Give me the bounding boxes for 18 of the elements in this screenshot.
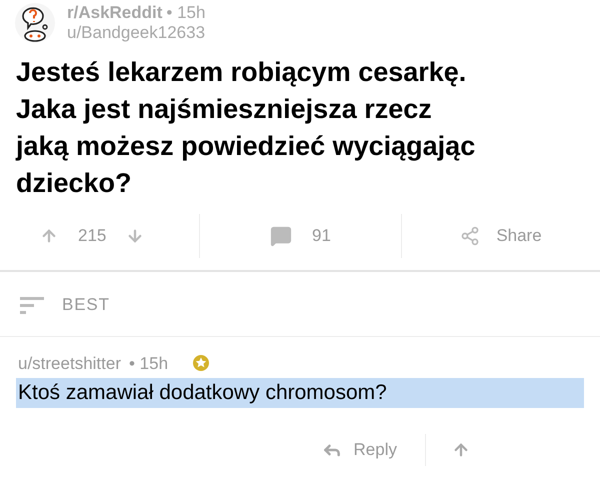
comment-time: • 15h [129, 352, 168, 374]
post-author[interactable]: u/Bandgeek12633 [67, 23, 206, 43]
comment-author[interactable]: u/streetshitter [18, 350, 121, 376]
subreddit-name[interactable]: r/AskReddit [67, 3, 162, 23]
downvote-icon[interactable] [126, 227, 144, 245]
upvote-icon[interactable] [452, 441, 470, 459]
post-score: 215 [78, 225, 106, 248]
post-time: • 15h [166, 3, 206, 23]
upvote-icon[interactable] [40, 227, 58, 245]
share-button[interactable]: Share [402, 214, 600, 258]
comment-body: Ktoś zamawiał dodatkowy chromosom? [16, 378, 584, 408]
sort-icon [20, 294, 46, 315]
reply-button[interactable]: Reply [322, 434, 426, 466]
sort-button[interactable]: BEST [0, 292, 110, 318]
comment-count: 91 [312, 225, 331, 248]
post-title: Jesteś lekarzem robiącym cesarkę. Jaka jest najśmieszniejsza rzecz jaką możesz powiedzieć wyciągając dziecko? [14, 56, 476, 200]
comment-icon[interactable] [270, 225, 292, 247]
share-icon [460, 226, 480, 246]
